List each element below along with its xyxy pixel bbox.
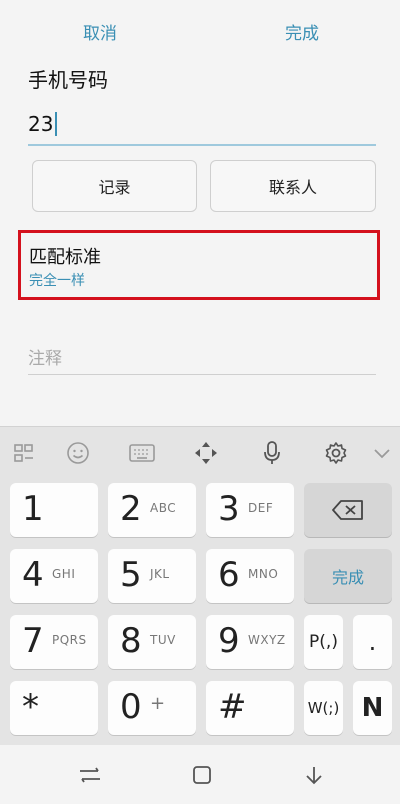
key-7[interactable]: 7 PQRS [10, 615, 98, 669]
back-icon[interactable] [300, 763, 328, 787]
key-3[interactable]: 3 DEF [206, 483, 294, 537]
done-button[interactable]: 完成 [242, 14, 362, 48]
key-digit: 0 [120, 687, 142, 727]
phone-number-value: 23 [28, 112, 54, 136]
keypad-done-key[interactable]: 完成 [304, 549, 392, 603]
cancel-button[interactable]: 取消 [40, 14, 160, 48]
pause-label: P(,) [309, 632, 338, 652]
key-hash[interactable]: # [206, 681, 294, 735]
key-9[interactable]: 9 WXYZ [206, 615, 294, 669]
match-criteria-title: 匹配标准 [29, 247, 101, 268]
system-navigation-bar [0, 745, 400, 804]
dot-key[interactable]: . [353, 615, 392, 669]
key-letters: MNO [248, 567, 279, 581]
key-letters: DEF [248, 501, 274, 515]
key-digit: 7 [22, 621, 44, 661]
key-2[interactable]: 2 ABC [108, 483, 196, 537]
key-letters: GHI [52, 567, 76, 581]
key-1[interactable]: 1 [10, 483, 98, 537]
key-digit: 9 [218, 621, 240, 661]
key-digit: 1 [22, 489, 44, 529]
key-6[interactable]: 6 MNO [206, 549, 294, 603]
key-digit: 4 [22, 555, 44, 595]
layout-icon[interactable] [8, 437, 40, 469]
key-digit: 8 [120, 621, 142, 661]
key-digit: 2 [120, 489, 142, 529]
microphone-icon[interactable] [256, 437, 288, 469]
match-criteria-item[interactable]: 匹配标准 完全一样 [18, 230, 380, 300]
keypad-done-label: 完成 [331, 568, 364, 587]
chevron-down-icon[interactable] [366, 437, 398, 469]
numeric-keypad: 1 2 ABC 3 DEF 4 GHI 5 JKL 6 MNO 完成 7 PQR… [0, 478, 400, 745]
key-asterisk[interactable]: * [10, 681, 98, 735]
home-icon[interactable] [188, 763, 216, 787]
move-cursor-icon[interactable] [190, 437, 222, 469]
key-letters: PQRS [52, 633, 87, 647]
keyboard-icon[interactable] [126, 437, 158, 469]
keyboard-toolbar [0, 426, 400, 479]
phone-number-label: 手机号码 [28, 68, 108, 92]
recent-apps-icon[interactable] [76, 763, 104, 787]
key-digit: 3 [218, 489, 240, 529]
text-cursor [55, 112, 58, 136]
n-key[interactable]: N [353, 681, 392, 735]
key-digit: 6 [218, 555, 240, 595]
key-letters: TUV [150, 633, 176, 647]
key-letters: WXYZ [248, 633, 286, 647]
note-input[interactable]: 注释 [28, 336, 376, 375]
key-letters: JKL [150, 567, 170, 581]
key-digit: # [218, 687, 247, 727]
backspace-icon [332, 500, 363, 520]
settings-icon[interactable] [320, 437, 352, 469]
dot-label: . [368, 628, 377, 656]
wait-key[interactable]: W(;) [304, 681, 343, 735]
wait-label: W(;) [307, 699, 340, 717]
key-digit: * [22, 687, 39, 727]
pause-key[interactable]: P(,) [304, 615, 343, 669]
phone-number-input[interactable]: 23 [28, 104, 376, 146]
key-letters: ABC [150, 501, 177, 515]
contacts-button[interactable]: 联系人 [210, 160, 376, 212]
match-criteria-value: 完全一样 [29, 273, 85, 289]
top-action-bar: 取消 完成 [0, 0, 400, 62]
emoji-icon[interactable] [62, 437, 94, 469]
key-digit: 5 [120, 555, 142, 595]
key-letters: + [150, 693, 166, 714]
backspace-key[interactable] [304, 483, 392, 537]
n-label: N [361, 693, 384, 723]
key-0[interactable]: 0 + [108, 681, 196, 735]
key-4[interactable]: 4 GHI [10, 549, 98, 603]
note-placeholder: 注释 [28, 349, 62, 369]
records-button[interactable]: 记录 [32, 160, 197, 212]
key-8[interactable]: 8 TUV [108, 615, 196, 669]
key-5[interactable]: 5 JKL [108, 549, 196, 603]
